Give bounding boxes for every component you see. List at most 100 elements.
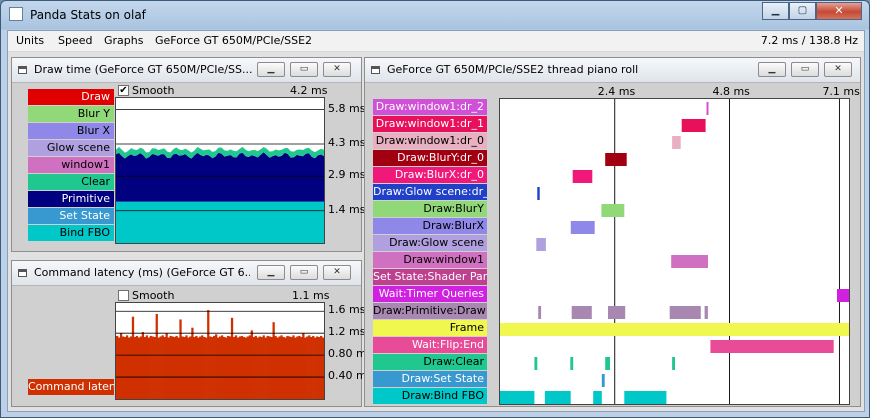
latency-bar xyxy=(296,336,299,399)
latency-bar xyxy=(228,336,232,399)
latency-bar xyxy=(240,335,244,399)
piano-roll-row-label[interactable]: Draw:BlurX:dr_0 xyxy=(373,167,487,183)
latency-bar xyxy=(195,335,198,399)
piano-roll-row-label[interactable]: Wait:Flip:End xyxy=(373,337,487,353)
y-tick-label: 5.8 ms xyxy=(328,101,366,115)
draw-time-smooth-checkbox[interactable]: ✔ xyxy=(118,85,129,96)
latency-bar xyxy=(185,335,188,399)
latency-bar xyxy=(246,336,250,399)
span-bar xyxy=(570,221,595,234)
latency-bar xyxy=(197,337,200,399)
command-latency-restore-button[interactable]: ▭ xyxy=(290,265,318,280)
legend-primitive[interactable]: Primitive xyxy=(28,191,114,207)
piano-roll-row-label[interactable]: Draw:Set State xyxy=(373,371,487,387)
latency-bar xyxy=(282,337,285,399)
y-tick-label: 2.9 ms xyxy=(328,168,366,182)
latency-bar xyxy=(171,336,174,399)
span-bar xyxy=(624,391,667,404)
draw-time-titlebar[interactable]: Draw time (GeForce GT 650M/PCIe/SS... ▁ … xyxy=(12,58,361,83)
command-latency-minimize-button[interactable]: ▁ xyxy=(257,265,285,280)
draw-time-current-value: 4.2 ms xyxy=(290,84,328,97)
minimize-button[interactable]: ▁ xyxy=(762,2,789,20)
latency-bar xyxy=(272,322,275,399)
span-bar xyxy=(710,340,834,353)
piano-roll-plot[interactable] xyxy=(499,98,850,405)
y-tick-label: 1.4 ms xyxy=(328,202,366,216)
draw-time-restore-button[interactable]: ▭ xyxy=(290,62,318,77)
piano-roll-minimize-button[interactable]: ▁ xyxy=(758,62,786,77)
span-bar xyxy=(704,306,708,319)
draw-time-minimize-button[interactable]: ▁ xyxy=(257,62,285,77)
command-latency-titlebar[interactable]: Command latency (ms) (GeForce GT 6... ▁ … xyxy=(12,261,361,286)
legend-bind-fbo[interactable]: Bind FBO xyxy=(28,225,114,241)
piano-roll-row-label[interactable]: Draw:window1:dr_2 xyxy=(373,99,487,115)
latency-bar xyxy=(318,337,321,399)
piano-roll-restore-button[interactable]: ▭ xyxy=(791,62,819,77)
close-button[interactable]: ✕ xyxy=(816,2,862,20)
latency-bar xyxy=(117,337,121,399)
piano-roll-row-label[interactable]: Set State:Shader Parameters xyxy=(373,269,487,285)
window-title: Panda Stats on olaf xyxy=(30,8,146,22)
menu-graphs[interactable]: Graphs xyxy=(104,34,143,47)
latency-bar xyxy=(217,337,220,399)
latency-bar xyxy=(222,337,226,399)
command-latency-title: Command latency (ms) (GeForce GT 6... xyxy=(34,266,250,279)
piano-roll-titlebar[interactable]: GeForce GT 650M/PCIe/SSE2 thread piano r… xyxy=(365,58,860,83)
legend-command-latency[interactable]: Command latency xyxy=(28,379,114,395)
span-bar xyxy=(706,102,709,115)
piano-roll-row-label[interactable]: Draw:window1:dr_1 xyxy=(373,116,487,132)
latency-bar xyxy=(181,336,184,399)
span-bar xyxy=(572,170,593,183)
menu-speed[interactable]: Speed xyxy=(58,34,92,47)
draw-time-title: Draw time (GeForce GT 650M/PCIe/SS... xyxy=(34,63,253,76)
legend-draw[interactable]: Draw xyxy=(28,89,114,105)
latency-bar xyxy=(215,334,218,399)
latency-bar xyxy=(127,337,131,399)
span-bar xyxy=(605,357,610,370)
span-bar xyxy=(601,374,605,387)
y-tick-label: 1.6 ms xyxy=(328,303,366,317)
latency-bar xyxy=(139,336,143,399)
title-bar[interactable]: Panda Stats on olaf ▁ ▢ ✕ xyxy=(1,1,869,29)
piano-roll-row-label[interactable]: Draw:Glow scene xyxy=(373,235,487,251)
latency-bar xyxy=(165,333,168,399)
span-bar xyxy=(544,391,571,404)
legend-glow-scene[interactable]: Glow scene xyxy=(28,140,114,156)
latency-bar xyxy=(159,336,162,399)
legend-blur-x[interactable]: Blur X xyxy=(28,123,114,139)
latency-bar xyxy=(153,337,156,399)
menu-units[interactable]: Units xyxy=(16,34,44,47)
latency-bar xyxy=(316,336,319,399)
legend-set-state[interactable]: Set State xyxy=(28,208,114,224)
piano-roll-row-label[interactable]: Draw:Clear xyxy=(373,354,487,370)
piano-roll-row-label[interactable]: Draw:BlurY xyxy=(373,201,487,217)
draw-time-plot[interactable] xyxy=(115,97,325,244)
piano-roll-close-button[interactable]: ✕ xyxy=(824,62,852,77)
span-bar xyxy=(534,357,538,370)
menu-gpu[interactable]: GeForce GT 650M/PCIe/SSE2 xyxy=(155,34,312,47)
piano-roll-row-label[interactable]: Frame xyxy=(373,320,487,336)
command-latency-window: Command latency (ms) (GeForce GT 6... ▁ … xyxy=(11,260,372,407)
piano-roll-row-label[interactable]: Draw:Glow scene:dr_0 xyxy=(373,184,487,200)
legend-blur-y[interactable]: Blur Y xyxy=(28,106,114,122)
latency-bar xyxy=(294,337,297,399)
command-latency-smooth-checkbox[interactable] xyxy=(118,290,129,301)
command-latency-plot[interactable] xyxy=(115,302,325,400)
latency-bar xyxy=(133,337,137,399)
command-latency-close-button[interactable]: ✕ xyxy=(323,265,351,280)
latency-bar xyxy=(179,319,182,399)
maximize-button[interactable]: ▢ xyxy=(789,2,816,20)
piano-roll-row-label[interactable]: Wait:Timer Queries xyxy=(373,286,487,302)
piano-roll-row-label[interactable]: Draw:BlurX xyxy=(373,218,487,234)
latency-bar xyxy=(163,337,166,399)
piano-roll-row-label[interactable]: Draw:BlurY:dr_0 xyxy=(373,150,487,166)
x-tick-label: 4.8 ms xyxy=(712,85,750,98)
legend-clear[interactable]: Clear xyxy=(28,174,114,190)
piano-roll-row-label[interactable]: Draw:Bind FBO xyxy=(373,388,487,404)
piano-roll-row-label[interactable]: Draw:window1:dr_0 xyxy=(373,133,487,149)
piano-roll-row-label[interactable]: Draw:Primitive:Draw xyxy=(373,303,487,319)
latency-bar xyxy=(199,336,202,399)
draw-time-close-button[interactable]: ✕ xyxy=(323,62,351,77)
legend-window1[interactable]: window1 xyxy=(28,157,114,173)
piano-roll-row-label[interactable]: Draw:window1 xyxy=(373,252,487,268)
